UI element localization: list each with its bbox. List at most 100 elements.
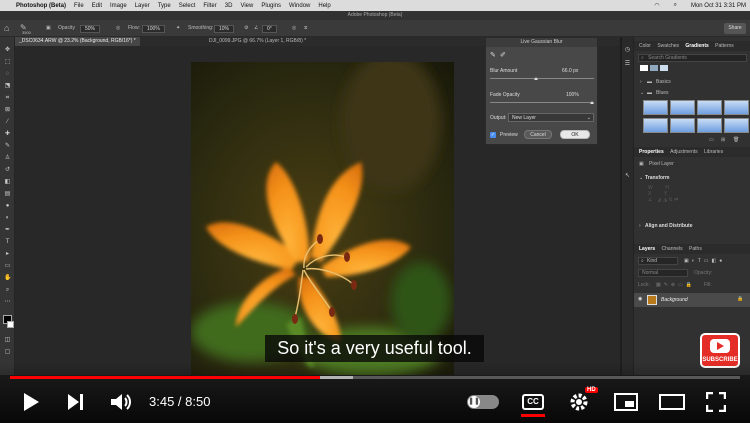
tab-patterns[interactable]: Patterns [715, 43, 734, 49]
healing-tool-icon[interactable]: ✚ [4, 131, 11, 137]
screen-mode-icon[interactable]: ▢ [4, 349, 11, 355]
blur-amount-value[interactable]: 66.0 px [562, 68, 578, 74]
lock-icons[interactable]: ▦✎⊕▭🔒 [656, 282, 695, 288]
zoom-tool-icon[interactable]: ⌕ [4, 287, 11, 293]
autoplay-toggle[interactable]: ❚❚ [467, 395, 499, 409]
smoothing-field[interactable]: 10% [214, 25, 235, 33]
gradient-preset-1[interactable] [640, 65, 648, 71]
gradient-preset-2[interactable] [650, 65, 658, 71]
menu-type[interactable]: Type [158, 3, 171, 9]
frame-tool-icon[interactable]: ⊠ [4, 107, 11, 113]
blue-gradient-2[interactable] [670, 100, 695, 115]
search-icon[interactable]: ⌕ [674, 2, 677, 9]
captions-button[interactable]: CC [522, 394, 544, 410]
chevron-down-icon[interactable]: ⌄ [640, 90, 644, 96]
settings-gear-icon[interactable] [569, 392, 589, 412]
eyedropper-tool-icon[interactable]: ⁄ [4, 119, 11, 125]
blend-mode-select[interactable]: Normal [638, 269, 688, 277]
preview-checkbox[interactable]: ✓ [490, 132, 496, 138]
layer-filter-kind[interactable]: ⌕ Kind [638, 257, 678, 265]
history-panel-icon[interactable]: ◷ [624, 47, 631, 53]
menu-file[interactable]: File [74, 3, 84, 9]
angle-field[interactable]: 0° [262, 25, 277, 33]
tab-paths[interactable]: Paths [689, 246, 702, 252]
eraser-tool-icon[interactable]: ◧ [4, 179, 11, 185]
blue-gradient-4[interactable] [724, 100, 749, 115]
menu-3d[interactable]: 3D [225, 3, 233, 9]
new-gradient-icon[interactable]: ⊞ [721, 137, 725, 143]
flow-field[interactable]: 100% [142, 25, 165, 33]
move-tool-icon[interactable]: ✥ [4, 47, 11, 53]
brush-settings-icon[interactable]: ▣ [46, 25, 51, 31]
marquee-tool-icon[interactable]: ⬚ [4, 59, 11, 65]
gradient-search-input[interactable]: ⌕ Search Gradients [638, 54, 747, 62]
group-blues[interactable]: Blues [656, 90, 669, 96]
share-button[interactable]: Share [724, 23, 746, 34]
hand-tool-icon[interactable]: ✋ [4, 275, 11, 281]
progress-played[interactable] [10, 376, 321, 379]
transform-fields[interactable]: W HX Y ∠ ◭ ◮ ⇅ ⇄ [648, 185, 743, 217]
home-icon[interactable]: ⌂ [4, 23, 9, 33]
fullscreen-icon[interactable] [706, 392, 726, 412]
menu-layer[interactable]: Layer [135, 3, 150, 9]
blue-gradient-5[interactable] [643, 118, 668, 133]
pen-tool-icon[interactable]: ✒ [4, 227, 11, 233]
fade-opacity-value[interactable]: 100% [566, 92, 579, 98]
volume-icon[interactable] [110, 392, 132, 412]
brush-size[interactable]: 3500 [22, 30, 31, 35]
crop-tool-icon[interactable]: ⌗ [4, 95, 11, 101]
theater-mode-icon[interactable] [659, 394, 685, 410]
path-select-tool-icon[interactable]: ▸ [4, 251, 11, 257]
menu-edit[interactable]: Edit [92, 3, 102, 9]
play-icon[interactable] [22, 392, 40, 412]
chevron-down-icon[interactable]: ⌄ [639, 175, 643, 181]
menu-plugins[interactable]: Plugins [261, 3, 281, 9]
layer-name[interactable]: Background [661, 297, 688, 303]
blue-gradient-8[interactable] [724, 118, 749, 133]
cancel-button[interactable]: Cancel [524, 130, 552, 139]
angle-icon[interactable]: ∠ [254, 25, 258, 31]
output-select[interactable]: New Layer ⌄ [508, 113, 594, 122]
pressure-size-icon[interactable]: ◎ [292, 25, 296, 31]
new-group-icon[interactable]: ▭ [709, 137, 714, 143]
blur-brush-icon[interactable]: ✎ [490, 51, 496, 59]
menu-image[interactable]: Image [110, 3, 127, 9]
blur-amount-thumb[interactable] [533, 77, 538, 80]
shape-tool-icon[interactable]: ▭ [4, 263, 11, 269]
chevron-right-icon[interactable]: › [640, 79, 642, 85]
pressure-opacity-icon[interactable]: ◎ [116, 25, 120, 31]
object-select-tool-icon[interactable]: ⬔ [4, 83, 11, 89]
blue-gradient-3[interactable] [697, 100, 722, 115]
wifi-icon[interactable]: ◠ [654, 2, 659, 9]
next-icon[interactable] [66, 393, 84, 411]
airbrush-icon[interactable]: ✦ [176, 25, 180, 31]
opacity-field[interactable]: 50% [80, 25, 101, 33]
fade-opacity-slider[interactable] [490, 102, 594, 103]
background-color-swatch[interactable] [7, 321, 14, 328]
miniplayer-icon[interactable] [614, 393, 638, 411]
brush-tool-icon[interactable]: ✎ [4, 143, 11, 149]
history-brush-tool-icon[interactable]: ↺ [4, 167, 11, 173]
document-image[interactable] [191, 62, 454, 375]
tab-channels[interactable]: Channels [662, 246, 683, 252]
tab-libraries[interactable]: Libraries [704, 149, 723, 155]
smoothing-settings-icon[interactable]: ⚙ [244, 25, 248, 31]
trash-icon[interactable]: 🗑 [733, 137, 739, 143]
symmetry-icon[interactable]: ⧖ [304, 25, 308, 31]
blur-amount-slider[interactable] [490, 78, 594, 79]
tab-color[interactable]: Color [639, 43, 651, 49]
tab-adjustments[interactable]: Adjustments [670, 149, 698, 155]
menu-select[interactable]: Select [179, 3, 196, 9]
blur-tool-icon[interactable]: ● [4, 203, 11, 209]
tab-swatches[interactable]: Swatches [657, 43, 679, 49]
type-tool-icon[interactable]: T [4, 239, 11, 245]
app-menu[interactable]: Photoshop (Beta) [16, 3, 66, 9]
clone-stamp-tool-icon[interactable]: ♙ [4, 155, 11, 161]
properties-panel-icon[interactable]: ☰ [624, 61, 631, 67]
layer-filter-icons[interactable]: ▣◐T▭◧● [684, 258, 725, 264]
align-heading[interactable]: Align and Distribute [645, 223, 693, 229]
menu-filter[interactable]: Filter [203, 3, 216, 9]
more-tools-icon[interactable]: ⋯ [4, 299, 11, 305]
fade-opacity-thumb[interactable] [590, 101, 594, 104]
transform-heading[interactable]: Transform [645, 175, 669, 181]
